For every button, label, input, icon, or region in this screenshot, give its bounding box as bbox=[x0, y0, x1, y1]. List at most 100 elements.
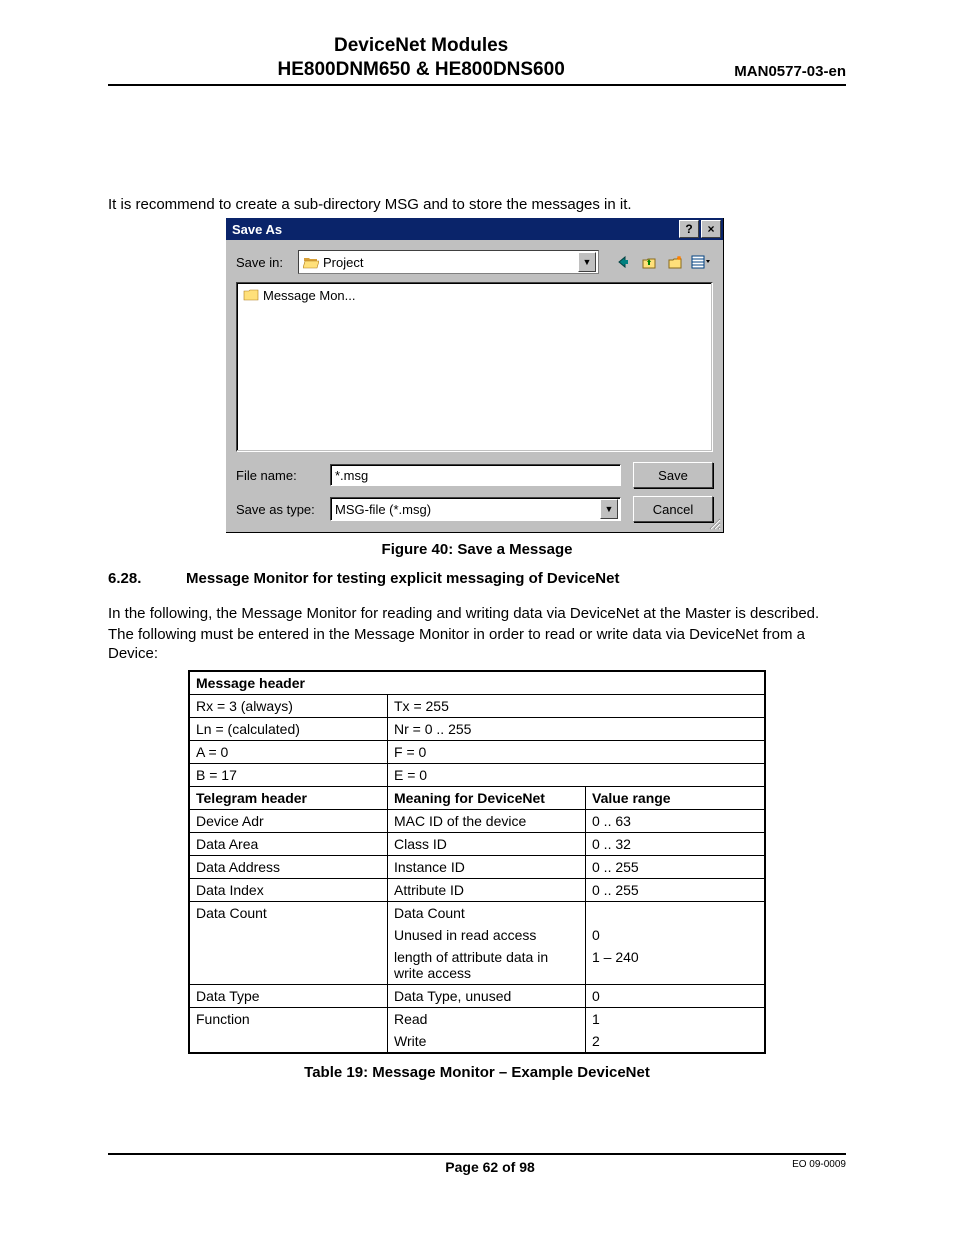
cell: F = 0 bbox=[388, 740, 766, 763]
cell: Data Type, unused bbox=[388, 984, 586, 1007]
cell: Ln = (calculated) bbox=[189, 717, 388, 740]
dialog-title: Save As bbox=[232, 222, 677, 237]
cell: Instance ID bbox=[388, 855, 586, 878]
cell: A = 0 bbox=[189, 740, 388, 763]
savetype-row: Save as type: MSG-file (*.msg) ▼ Cancel bbox=[236, 496, 713, 522]
page-footer: Page 62 of 98 EO 09-0009 bbox=[108, 1153, 846, 1175]
cell: Nr = 0 .. 255 bbox=[388, 717, 766, 740]
back-button[interactable] bbox=[611, 250, 635, 274]
paragraph: The following must be entered in the Mes… bbox=[108, 626, 846, 664]
table-row: Data Address Instance ID 0 .. 255 bbox=[189, 855, 765, 878]
cell: Rx = 3 (always) bbox=[189, 694, 388, 717]
new-folder-icon bbox=[667, 254, 683, 270]
section-number: 6.28. bbox=[108, 570, 186, 587]
chevron-down-icon: ▼ bbox=[605, 504, 614, 514]
chevron-down-icon: ▼ bbox=[583, 257, 592, 267]
cell: 2 bbox=[586, 1030, 766, 1053]
file-list-pane[interactable]: Message Mon... bbox=[236, 282, 713, 452]
up-one-level-button[interactable] bbox=[637, 250, 661, 274]
cell: Attribute ID bbox=[388, 878, 586, 901]
cell: Data Count bbox=[189, 901, 388, 984]
help-button[interactable]: ? bbox=[679, 220, 699, 238]
new-folder-button[interactable] bbox=[663, 250, 687, 274]
table-row: Data Count Data Count bbox=[189, 901, 765, 924]
header-line2: HE800DNM650 & HE800DNS600 bbox=[108, 58, 734, 82]
cell: Tx = 255 bbox=[388, 694, 766, 717]
cell: 0 bbox=[586, 984, 766, 1007]
paragraph: In the following, the Message Monitor fo… bbox=[108, 605, 846, 624]
closed-folder-icon bbox=[243, 287, 259, 304]
list-item[interactable]: Message Mon... bbox=[243, 287, 706, 304]
cell: 0 bbox=[586, 924, 766, 946]
view-menu-button[interactable] bbox=[689, 250, 713, 274]
filename-value: *.msg bbox=[335, 468, 368, 483]
resize-grip[interactable] bbox=[707, 516, 721, 530]
page-number: Page 62 of 98 bbox=[188, 1159, 792, 1175]
cell: length of attribute data in write access bbox=[388, 946, 586, 985]
message-monitor-table: Message header Rx = 3 (always) Tx = 255 … bbox=[188, 670, 766, 1054]
cancel-button-label: Cancel bbox=[653, 502, 693, 517]
table-caption: Table 19: Message Monitor – Example Devi… bbox=[108, 1064, 846, 1081]
table-row: Data Area Class ID 0 .. 32 bbox=[189, 832, 765, 855]
dropdown-button[interactable]: ▼ bbox=[578, 252, 596, 272]
save-in-value: Project bbox=[323, 255, 578, 270]
header-line1: DeviceNet Modules bbox=[108, 34, 734, 58]
cell: Function bbox=[189, 1007, 388, 1053]
table-row: Data Index Attribute ID 0 .. 255 bbox=[189, 878, 765, 901]
document-page: DeviceNet Modules HE800DNM650 & HE800DNS… bbox=[0, 0, 954, 1235]
cell: Read bbox=[388, 1007, 586, 1030]
close-button[interactable]: × bbox=[701, 220, 721, 238]
dialog-titlebar[interactable]: Save As ? × bbox=[226, 218, 723, 240]
cell: E = 0 bbox=[388, 763, 766, 786]
cell: MAC ID of the device bbox=[388, 809, 586, 832]
cell: Data Type bbox=[189, 984, 388, 1007]
document-eo: EO 09-0009 bbox=[792, 1159, 846, 1170]
help-icon: ? bbox=[685, 223, 692, 235]
cell: Data Address bbox=[189, 855, 388, 878]
save-in-row: Save in: Project ▼ bbox=[236, 250, 713, 274]
list-item-label: Message Mon... bbox=[263, 288, 356, 303]
cell bbox=[586, 901, 766, 924]
close-icon: × bbox=[707, 223, 714, 235]
cell: Device Adr bbox=[189, 809, 388, 832]
section-title: Message Monitor for testing explicit mes… bbox=[186, 570, 619, 587]
table-row: Data Type Data Type, unused 0 bbox=[189, 984, 765, 1007]
cell: Write bbox=[388, 1030, 586, 1053]
manual-number: MAN0577-03-en bbox=[734, 63, 846, 82]
savetype-value: MSG-file (*.msg) bbox=[335, 502, 600, 517]
open-folder-icon bbox=[303, 255, 319, 269]
back-arrow-icon bbox=[615, 254, 631, 270]
view-icon bbox=[691, 254, 711, 270]
section-heading: 6.28. Message Monitor for testing explic… bbox=[108, 570, 846, 587]
dialog-body: Save in: Project ▼ bbox=[226, 240, 723, 532]
save-as-dialog: Save As ? × Save in: Project bbox=[226, 218, 724, 533]
cell: 0 .. 32 bbox=[586, 832, 766, 855]
save-in-label: Save in: bbox=[236, 255, 292, 270]
cancel-button[interactable]: Cancel bbox=[633, 496, 713, 522]
cell: Data Area bbox=[189, 832, 388, 855]
resize-grip-icon bbox=[707, 516, 721, 530]
table-row: B = 17 E = 0 bbox=[189, 763, 765, 786]
cell: Unused in read access bbox=[388, 924, 586, 946]
cell: 1 bbox=[586, 1007, 766, 1030]
save-button-label: Save bbox=[658, 468, 688, 483]
cell: 0 .. 255 bbox=[586, 855, 766, 878]
dropdown-button[interactable]: ▼ bbox=[600, 499, 618, 519]
save-in-dropdown[interactable]: Project ▼ bbox=[298, 250, 599, 274]
table-header: Telegram header bbox=[189, 786, 388, 809]
figure-caption: Figure 40: Save a Message bbox=[108, 541, 846, 558]
up-folder-icon bbox=[641, 254, 657, 270]
save-button[interactable]: Save bbox=[633, 462, 713, 488]
table-row: Device Adr MAC ID of the device 0 .. 63 bbox=[189, 809, 765, 832]
table-header: Message header bbox=[189, 671, 765, 695]
cell: Class ID bbox=[388, 832, 586, 855]
table-row: A = 0 F = 0 bbox=[189, 740, 765, 763]
table-row: Function Read 1 bbox=[189, 1007, 765, 1030]
table-header: Meaning for DeviceNet bbox=[388, 786, 586, 809]
cell: 0 .. 255 bbox=[586, 878, 766, 901]
filename-input[interactable]: *.msg bbox=[330, 464, 621, 486]
table-row: Ln = (calculated) Nr = 0 .. 255 bbox=[189, 717, 765, 740]
cell: Data Count bbox=[388, 901, 586, 924]
savetype-dropdown[interactable]: MSG-file (*.msg) ▼ bbox=[330, 497, 621, 521]
intro-paragraph: It is recommend to create a sub-director… bbox=[108, 196, 846, 215]
